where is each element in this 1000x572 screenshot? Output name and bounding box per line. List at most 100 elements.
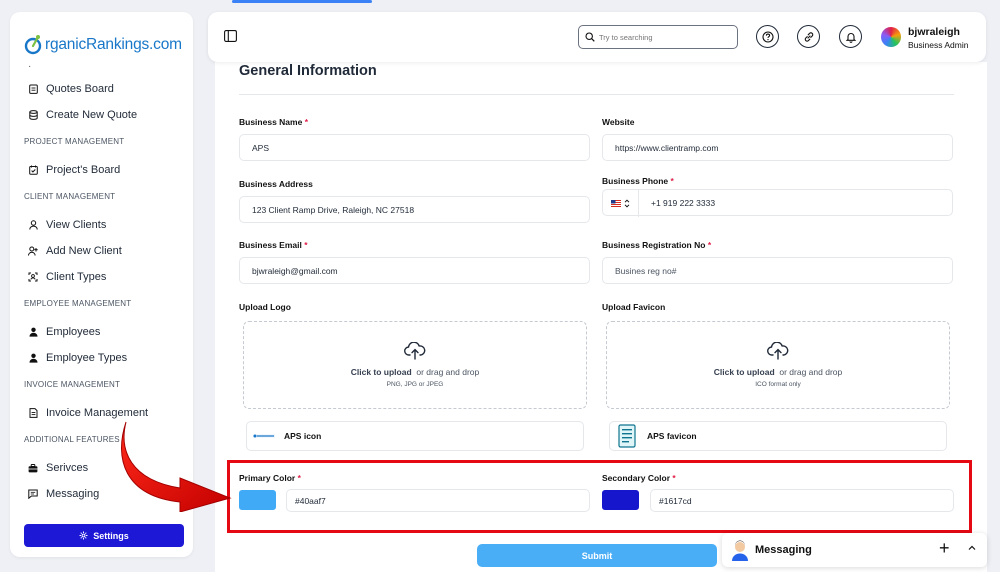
messaging-label: Messaging bbox=[755, 544, 812, 556]
logo-text: rganicRankings.com bbox=[45, 36, 182, 53]
sidebar-item-label: Create New Quote bbox=[46, 109, 138, 121]
logo-upload-dropzone[interactable]: Click to upload or drag and drop PNG, JP… bbox=[243, 321, 587, 409]
sidebar-item-label: Quotes Board bbox=[46, 83, 114, 95]
chevron-up-icon[interactable] bbox=[968, 545, 976, 551]
upload-cloud-icon bbox=[767, 342, 789, 360]
avatar[interactable] bbox=[881, 27, 901, 47]
sidebar-item-add-new-client[interactable]: Add New Client bbox=[28, 243, 122, 259]
sidebar-item-label: Employee Types bbox=[46, 352, 128, 364]
favicon-thumbnail-icon bbox=[618, 424, 636, 448]
sidebar-item-client-types[interactable]: Client Types bbox=[28, 269, 106, 285]
settings-label: Settings bbox=[93, 530, 129, 541]
messaging-widget[interactable]: Messaging + bbox=[722, 533, 987, 567]
scroll-indicator: · bbox=[28, 61, 32, 72]
database-icon bbox=[28, 110, 38, 120]
user-solid-icon bbox=[28, 327, 38, 337]
active-tab-indicator bbox=[232, 0, 372, 3]
sidebar-item-quotes-board[interactable]: Quotes Board bbox=[28, 81, 114, 97]
sidebar-item-label: Client Types bbox=[46, 271, 107, 283]
business-address-label: Business Address bbox=[239, 179, 313, 189]
user-name[interactable]: bjwraleigh bbox=[908, 26, 960, 38]
upload-cloud-icon bbox=[404, 342, 426, 360]
business-phone-label: Business Phone * bbox=[602, 176, 674, 186]
sidebar-item-label: Project's Board bbox=[46, 164, 121, 176]
sidebar-item-view-clients[interactable]: View Clients bbox=[28, 217, 106, 233]
business-name-label: Business Name * bbox=[239, 117, 308, 127]
page-title: General Information bbox=[239, 63, 377, 79]
chevron-updown-icon bbox=[624, 198, 629, 208]
user-icon bbox=[28, 220, 38, 230]
upload-logo-label: Upload Logo bbox=[239, 302, 291, 312]
sidebar-item-projects-board[interactable]: Project's Board bbox=[28, 162, 120, 178]
top-bar: bjwraleigh Business Admin bbox=[208, 12, 986, 62]
favicon-file-item[interactable]: APS favicon bbox=[609, 421, 947, 451]
sidebar-item-label: Add New Client bbox=[46, 245, 122, 257]
notifications-button[interactable] bbox=[839, 25, 862, 48]
annotation-arrow bbox=[121, 421, 232, 512]
divider bbox=[239, 94, 954, 95]
sidebar-item-label: View Clients bbox=[46, 219, 107, 231]
website-field[interactable]: https://www.clientramp.com bbox=[602, 134, 953, 161]
help-button[interactable] bbox=[756, 25, 779, 48]
sidebar-item-employee-types[interactable]: Employee Types bbox=[28, 350, 127, 366]
logo-thumbnail-icon bbox=[253, 434, 275, 438]
user-solid-icon bbox=[28, 353, 38, 363]
sidebar-item-employees[interactable]: Employees bbox=[28, 324, 100, 340]
website-label: Website bbox=[602, 117, 635, 127]
document-icon bbox=[28, 408, 38, 418]
sidebar-item-label: Serivces bbox=[46, 462, 89, 474]
app-logo[interactable]: rganicRankings.com bbox=[24, 34, 182, 56]
clipboard-icon bbox=[28, 84, 38, 94]
new-message-icon[interactable]: + bbox=[939, 538, 950, 559]
user-square-icon bbox=[28, 272, 38, 282]
upload-favicon-label: Upload Favicon bbox=[602, 302, 666, 312]
business-email-label: Business Email * bbox=[239, 240, 308, 250]
upload-instructions: Click to upload or drag and drop bbox=[713, 367, 843, 377]
section-employee-management: EMPLOYEE MANAGEMENT bbox=[24, 299, 132, 308]
help-icon bbox=[761, 30, 774, 43]
us-flag-icon bbox=[610, 199, 621, 207]
search-icon bbox=[585, 32, 595, 42]
sidebar-item-label: Messaging bbox=[46, 488, 100, 500]
support-agent-icon bbox=[732, 540, 748, 561]
gear-icon bbox=[79, 531, 88, 540]
section-additional-features: ADDITIONAL FEATURES bbox=[24, 435, 120, 444]
sidebar-item-messaging[interactable]: Messaging bbox=[28, 486, 99, 502]
favicon-upload-dropzone[interactable]: Click to upload or drag and drop ICO for… bbox=[606, 321, 950, 409]
logo-file-name: APS icon bbox=[284, 431, 322, 441]
user-role: Business Admin bbox=[908, 40, 969, 50]
registration-no-label: Business Registration No * bbox=[602, 240, 712, 250]
sidebar-item-services[interactable]: Serivces bbox=[28, 460, 88, 476]
chat-icon bbox=[28, 489, 38, 499]
calendar-check-icon bbox=[28, 165, 38, 175]
business-email-field[interactable]: bjwraleigh@gmail.com bbox=[239, 257, 590, 284]
logo-file-item[interactable]: APS icon bbox=[246, 421, 584, 451]
upload-instructions: Click to upload or drag and drop bbox=[350, 367, 480, 377]
business-phone-field[interactable]: +1 919 222 3333 bbox=[602, 189, 953, 216]
sidebar-item-label: Employees bbox=[46, 326, 101, 338]
logo-icon bbox=[24, 35, 42, 55]
highlight-box bbox=[227, 460, 972, 533]
registration-no-field[interactable]: Busines reg no# bbox=[602, 257, 953, 284]
link-icon bbox=[804, 31, 813, 42]
section-project-management: PROJECT MANAGEMENT bbox=[24, 137, 125, 146]
section-invoice-management: INVOICE MANAGEMENT bbox=[24, 380, 121, 389]
settings-button[interactable]: Settings bbox=[24, 524, 184, 547]
sidebar-toggle-icon[interactable] bbox=[224, 29, 237, 47]
sidebar-item-create-new-quote[interactable]: Create New Quote bbox=[28, 107, 137, 123]
business-address-field[interactable]: 123 Client Ramp Drive, Raleigh, NC 27518 bbox=[239, 196, 590, 223]
sidebar-item-label: Invoice Management bbox=[46, 407, 149, 419]
user-plus-icon bbox=[28, 246, 38, 256]
country-code-select[interactable] bbox=[602, 189, 639, 217]
search-input[interactable] bbox=[599, 32, 719, 42]
submit-button[interactable]: Submit bbox=[477, 544, 717, 567]
upload-hint: PNG, JPG or JPEG bbox=[386, 381, 444, 388]
sidebar-item-invoice-management[interactable]: Invoice Management bbox=[28, 405, 148, 421]
favicon-file-name: APS favicon bbox=[647, 431, 697, 441]
link-button[interactable] bbox=[797, 25, 820, 48]
services-icon bbox=[28, 463, 38, 473]
bell-icon bbox=[845, 32, 856, 43]
section-client-management: CLIENT MANAGEMENT bbox=[24, 192, 116, 201]
search-box[interactable] bbox=[578, 25, 738, 49]
business-name-field[interactable]: APS bbox=[239, 134, 590, 161]
